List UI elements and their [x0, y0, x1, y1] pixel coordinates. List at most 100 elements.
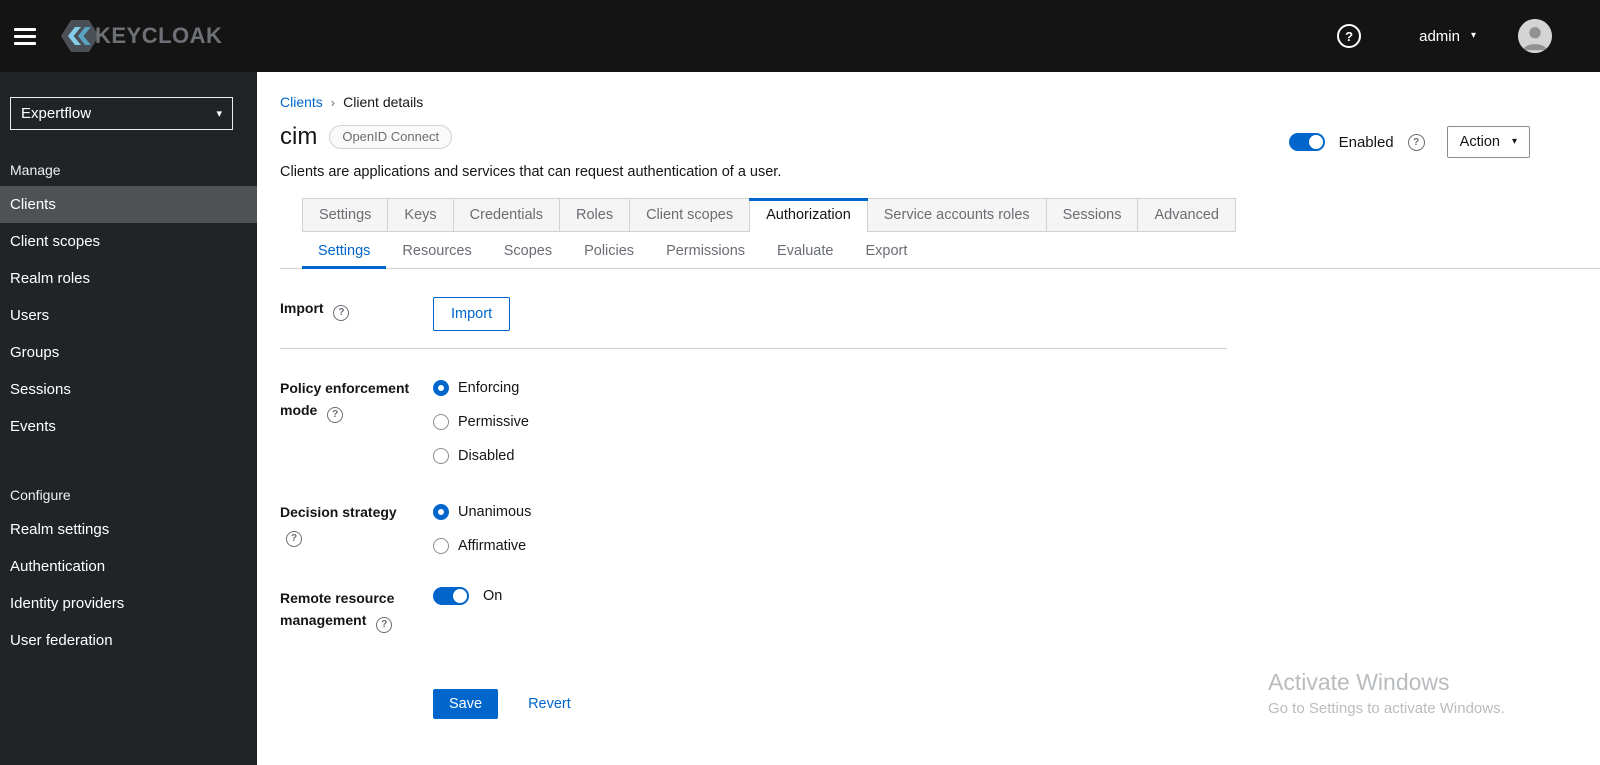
- decision-strategy-label-group: Decision strategy ?: [280, 501, 433, 547]
- hamburger-menu-icon[interactable]: [14, 27, 38, 45]
- subtab-evaluate[interactable]: Evaluate: [761, 234, 849, 268]
- radio-option-enforcing[interactable]: Enforcing: [433, 377, 529, 399]
- nav-section-configure: Configure Realm settings Authentication …: [0, 487, 257, 659]
- keycloak-logo-icon: [61, 20, 99, 52]
- policy-enforcement-mode-row: Policy enforcement mode ? Enforcing Perm…: [280, 377, 1227, 467]
- radio-unchecked-icon[interactable]: [433, 414, 449, 430]
- form-actions: Save Revert: [433, 689, 1227, 719]
- action-dropdown-button[interactable]: Action ▾: [1446, 126, 1530, 158]
- radio-label: Permissive: [458, 414, 529, 430]
- realm-selector[interactable]: Expertflow ▾: [10, 97, 233, 130]
- enabled-toggle[interactable]: [1288, 133, 1325, 151]
- watermark-title: Activate Windows: [1268, 669, 1450, 695]
- import-label-group: Import ?: [280, 297, 433, 321]
- help-icon[interactable]: ?: [327, 407, 344, 423]
- tab-settings[interactable]: Settings: [303, 199, 389, 231]
- radio-label: Enforcing: [458, 380, 520, 396]
- subtab-export[interactable]: Export: [849, 234, 923, 268]
- sidebar: Expertflow ▾ Manage Clients Client scope…: [0, 72, 257, 765]
- remote-resource-management-toggle[interactable]: [433, 587, 469, 605]
- page-title: cim: [280, 123, 318, 150]
- radio-label: Disabled: [458, 448, 515, 464]
- action-label: Action: [1459, 134, 1500, 150]
- help-icon[interactable]: ?: [286, 531, 302, 547]
- sidebar-item-sessions[interactable]: Sessions: [0, 371, 257, 408]
- breadcrumb-clients-link[interactable]: Clients: [280, 94, 323, 110]
- radio-option-unanimous[interactable]: Unanimous: [433, 501, 531, 523]
- realm-name: Expertflow: [21, 105, 92, 122]
- tab-keys[interactable]: Keys: [388, 199, 454, 231]
- sidebar-item-identity-providers[interactable]: Identity providers: [0, 585, 257, 622]
- authorization-settings-form: Import ? Import Policy enforcement mode …: [280, 297, 1227, 719]
- tab-advanced[interactable]: Advanced: [1138, 199, 1235, 231]
- radio-option-disabled[interactable]: Disabled: [433, 445, 529, 467]
- policy-enforcement-mode-label-group: Policy enforcement mode ?: [280, 377, 433, 423]
- breadcrumb-current: Client details: [343, 94, 424, 110]
- brand-wordmark: KEYCLOAK: [95, 23, 223, 48]
- sidebar-item-authentication[interactable]: Authentication: [0, 548, 257, 585]
- nav-section-title: Manage: [10, 162, 61, 178]
- windows-activation-watermark: Activate Windows Go to Settings to activ…: [1268, 668, 1505, 717]
- help-icon[interactable]: ?: [1407, 133, 1425, 151]
- help-icon[interactable]: ?: [333, 305, 350, 321]
- help-icon[interactable]: ?: [1337, 24, 1362, 48]
- tab-authorization[interactable]: Authorization: [749, 198, 868, 232]
- save-button[interactable]: Save: [433, 689, 499, 719]
- help-icon[interactable]: ?: [376, 617, 393, 633]
- radio-option-permissive[interactable]: Permissive: [433, 411, 529, 433]
- radio-unchecked-icon[interactable]: [433, 448, 449, 464]
- client-details-tabs: Settings Keys Credentials Roles Client s…: [302, 198, 1236, 232]
- subtab-policies[interactable]: Policies: [568, 234, 650, 268]
- decision-strategy-label: Decision strategy: [280, 504, 397, 520]
- remote-resource-management-row: Remote resource management ? On: [280, 587, 1227, 633]
- breadcrumb-separator-icon: ›: [330, 94, 336, 110]
- sidebar-item-user-federation[interactable]: User federation: [0, 622, 257, 659]
- user-menu[interactable]: admin ▾: [1419, 28, 1476, 45]
- nav-section-title: Configure: [10, 487, 71, 503]
- sidebar-item-realm-settings[interactable]: Realm settings: [0, 511, 257, 548]
- keycloak-logo[interactable]: KEYCLOAK: [60, 16, 222, 56]
- radio-unchecked-icon[interactable]: [433, 538, 449, 554]
- breadcrumb: Clients › Client details: [280, 94, 1600, 110]
- subtab-permissions[interactable]: Permissions: [650, 234, 761, 268]
- policy-enforcement-mode-label: Policy enforcement mode: [280, 380, 410, 418]
- chevron-down-icon: ▾: [216, 108, 222, 120]
- tab-service-accounts-roles[interactable]: Service accounts roles: [868, 199, 1047, 231]
- sidebar-item-events[interactable]: Events: [0, 408, 257, 445]
- sidebar-item-clients[interactable]: Clients: [0, 186, 257, 223]
- watermark-subtitle: Go to Settings to activate Windows.: [1268, 700, 1505, 717]
- subtab-scopes[interactable]: Scopes: [488, 234, 568, 268]
- toggle-state-label: On: [483, 588, 503, 604]
- sidebar-item-users[interactable]: Users: [0, 297, 257, 334]
- tab-sessions[interactable]: Sessions: [1047, 199, 1139, 231]
- subtab-resources[interactable]: Resources: [386, 234, 487, 268]
- sidebar-item-client-scopes[interactable]: Client scopes: [0, 223, 257, 260]
- app-window: KEYCLOAK ? admin ▾ Expertflow ▾ Manage C…: [0, 0, 1600, 765]
- import-button[interactable]: Import: [433, 297, 511, 331]
- radio-checked-icon[interactable]: [433, 380, 449, 396]
- nav-section-manage: Manage Clients Client scopes Realm roles…: [0, 162, 257, 445]
- sidebar-item-groups[interactable]: Groups: [0, 334, 257, 371]
- enabled-label: Enabled: [1338, 133, 1394, 151]
- user-avatar-icon: [1518, 19, 1552, 53]
- tab-roles[interactable]: Roles: [560, 199, 631, 231]
- import-row: Import ? Import: [280, 297, 1227, 331]
- tab-credentials[interactable]: Credentials: [454, 199, 560, 231]
- user-name: admin: [1419, 27, 1460, 45]
- tab-client-scopes[interactable]: Client scopes: [630, 199, 751, 231]
- remote-resource-management-label-group: Remote resource management ?: [280, 587, 433, 633]
- page-header: cim OpenID Connect Clients are applicati…: [280, 122, 1600, 182]
- masthead: KEYCLOAK ? admin ▾: [0, 0, 1600, 72]
- radio-option-affirmative[interactable]: Affirmative: [433, 535, 531, 557]
- radio-label: Affirmative: [458, 538, 527, 554]
- main-content: Clients › Client details cim OpenID Conn…: [257, 72, 1600, 765]
- revert-link[interactable]: Revert: [528, 696, 571, 712]
- decision-strategy-row: Decision strategy ? Unanimous Affirmativ…: [280, 501, 1227, 557]
- subtab-settings[interactable]: Settings: [302, 234, 387, 269]
- caret-down-icon: ▾: [1470, 30, 1476, 41]
- sidebar-item-realm-roles[interactable]: Realm roles: [0, 260, 257, 297]
- authorization-subtabs: Settings Resources Scopes Policies Permi…: [280, 234, 1600, 269]
- form-divider: [280, 348, 1227, 349]
- radio-checked-icon[interactable]: [433, 504, 449, 520]
- avatar[interactable]: [1518, 19, 1552, 53]
